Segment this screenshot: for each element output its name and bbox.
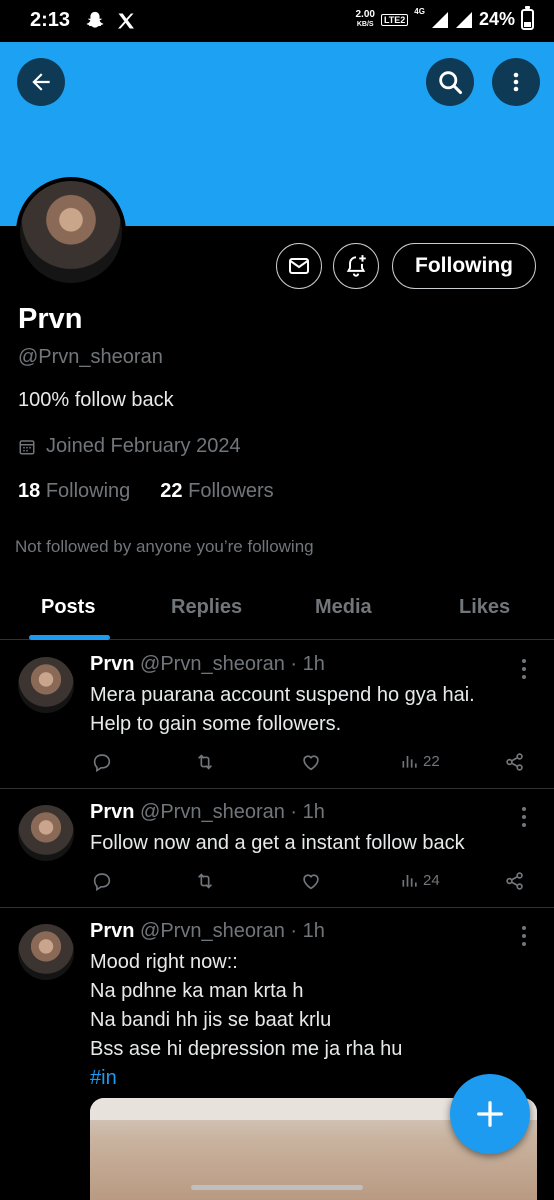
back-button[interactable] (17, 58, 65, 106)
status-bar: 2:13 2.00 KB/S LTE2 4G 24% (0, 0, 554, 42)
heart-icon (303, 874, 319, 890)
post-header: Prvn @Prvn_sheoran · 1h (90, 801, 325, 823)
message-button[interactable] (276, 243, 322, 289)
repost-icon (197, 873, 213, 889)
battery-percent: 24% (478, 9, 515, 29)
post-avatar[interactable] (18, 805, 74, 861)
post-more-button[interactable] (522, 659, 526, 683)
views-chart-icon (402, 875, 417, 887)
views-button[interactable]: 22 (400, 751, 440, 771)
reply-button[interactable] (91, 870, 113, 892)
like-button[interactable] (300, 870, 322, 892)
profile-avatar[interactable] (16, 177, 126, 287)
follow-counts: 18 Following 22 Followers (18, 480, 274, 503)
like-button[interactable] (300, 751, 322, 773)
share-button[interactable] (504, 870, 526, 892)
battery-icon (521, 6, 534, 30)
post-text: Mood right now:: Na pdhne ka man krta h … (90, 948, 402, 1093)
post-item[interactable]: Prvn @Prvn_sheoran · 1h Follow now and a… (0, 789, 554, 908)
network-type: 4G (414, 7, 425, 16)
following-count-link[interactable]: 18 Following (18, 480, 130, 503)
network-speed: 2.00 KB/S (355, 8, 375, 28)
envelope-icon (289, 258, 309, 274)
search-icon (439, 71, 463, 95)
snapchat-icon (86, 11, 104, 28)
plus-icon (477, 1101, 503, 1127)
post-item[interactable]: Prvn @Prvn_sheoran · 1h Mera puarana acc… (0, 641, 554, 789)
hashtag-link[interactable]: #in (90, 1064, 402, 1093)
arrow-left-icon (32, 73, 50, 91)
followers-count-link[interactable]: 22 Followers (160, 480, 273, 503)
post-header: Prvn @Prvn_sheoran · 1h (90, 920, 325, 942)
gesture-nav-handle[interactable] (191, 1185, 363, 1190)
repost-button[interactable] (193, 870, 217, 892)
tab-posts[interactable]: Posts (41, 596, 95, 619)
more-vertical-icon (513, 72, 519, 92)
tab-media[interactable]: Media (315, 596, 372, 619)
post-text: Mera puarana account suspend ho gya hai.… (90, 684, 486, 735)
reply-button[interactable] (91, 751, 113, 773)
x-logo-icon (118, 13, 134, 29)
following-button[interactable]: Following (392, 243, 536, 289)
bell-plus-icon (346, 255, 366, 277)
post-more-button[interactable] (522, 807, 526, 831)
repost-button[interactable] (193, 751, 217, 773)
joined-date: Joined February 2024 (18, 435, 241, 458)
notifications-button[interactable] (333, 243, 379, 289)
post-avatar[interactable] (18, 924, 74, 980)
active-tab-indicator (29, 635, 110, 640)
more-options-button[interactable] (492, 58, 540, 106)
status-time: 2:13 (30, 9, 71, 31)
post-text: Follow now and a get a instant follow ba… (90, 832, 465, 854)
share-button[interactable] (504, 751, 526, 773)
post-more-button[interactable] (522, 926, 526, 950)
reply-icon (93, 754, 111, 773)
heart-icon (303, 755, 319, 771)
signal-icon (431, 11, 448, 28)
share-icon (506, 753, 523, 771)
calendar-icon (19, 439, 35, 454)
signal-icon-2 (455, 11, 472, 28)
tab-replies[interactable]: Replies (171, 596, 242, 619)
share-icon (506, 872, 523, 890)
profile-bio: 100% follow back (18, 389, 174, 411)
post-avatar[interactable] (18, 657, 74, 713)
tab-likes[interactable]: Likes (459, 596, 510, 619)
views-chart-icon (402, 756, 417, 768)
profile-tabs: Posts Replies Media Likes (0, 584, 554, 640)
volte-badge: LTE2 (380, 13, 409, 26)
compose-post-button[interactable] (450, 1074, 530, 1154)
views-button[interactable]: 24 (400, 870, 440, 890)
profile-name: Prvn (18, 303, 83, 335)
reply-icon (93, 873, 111, 892)
profile-handle: @Prvn_sheoran (18, 346, 163, 368)
post-header: Prvn @Prvn_sheoran · 1h (90, 653, 325, 675)
repost-icon (197, 754, 213, 770)
mutual-followers-note: Not followed by anyone you’re following (15, 537, 314, 556)
search-button[interactable] (426, 58, 474, 106)
